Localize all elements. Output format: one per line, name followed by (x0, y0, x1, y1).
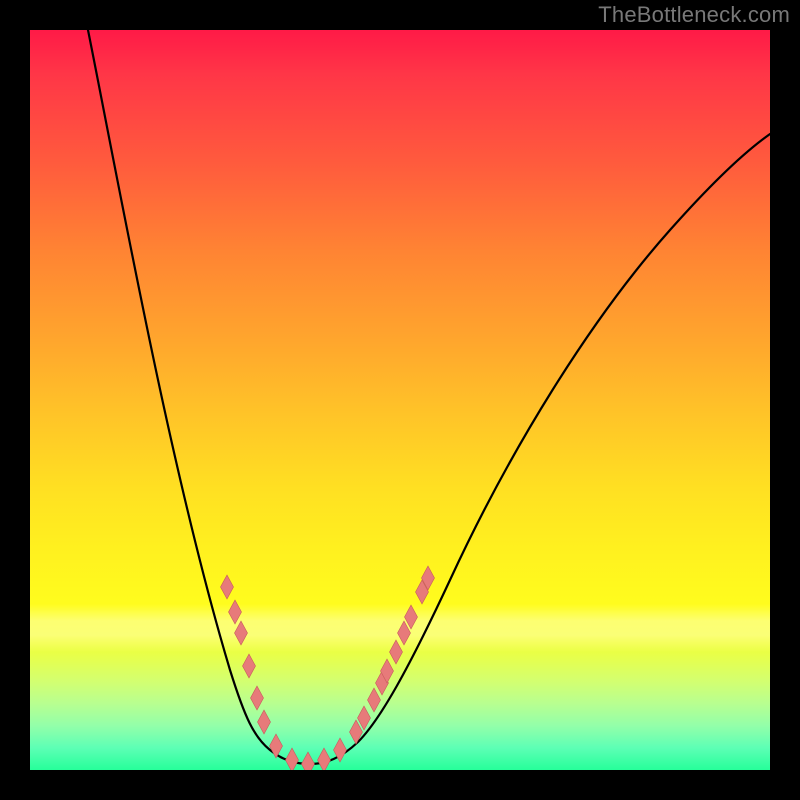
marker-layer (30, 30, 770, 770)
data-marker (318, 748, 331, 770)
watermark-text: TheBottleneck.com (598, 2, 790, 28)
data-marker (302, 752, 315, 770)
data-marker (221, 575, 234, 599)
plot-area (30, 30, 770, 770)
data-marker (286, 748, 299, 770)
data-marker (390, 640, 403, 664)
data-marker (258, 710, 271, 734)
data-marker (251, 686, 264, 710)
data-marker (368, 688, 381, 712)
data-marker (334, 738, 347, 762)
data-marker (235, 621, 248, 645)
data-marker (243, 654, 256, 678)
chart-root: TheBottleneck.com (0, 0, 800, 800)
data-marker (270, 734, 283, 758)
data-marker (229, 600, 242, 624)
marker-group (221, 566, 435, 770)
